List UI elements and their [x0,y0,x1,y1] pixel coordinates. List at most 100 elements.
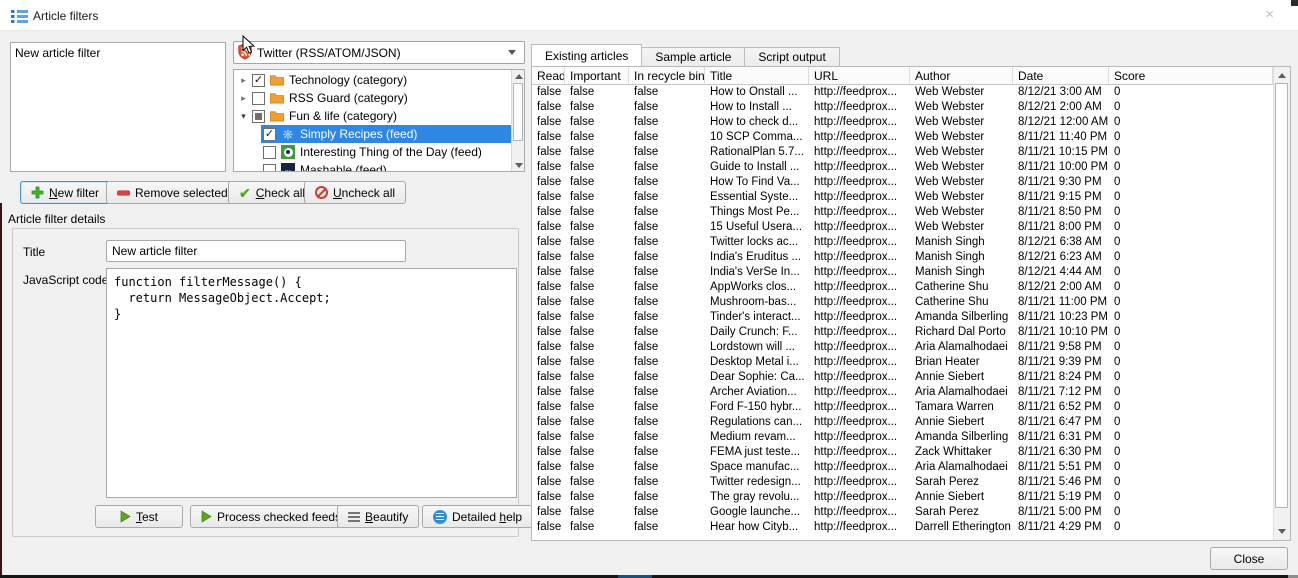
tab-sample-article[interactable]: Sample article [642,47,745,66]
check-all-button[interactable]: ✔ Check all [228,181,316,204]
table-cell: Annie Siebert [910,490,1013,505]
tree-item-simply-recipes[interactable]: ✓ ❋ Simply Recipes (feed) [234,125,511,143]
table-row[interactable]: falsefalsefalseGoogle launche...http://f… [532,505,1273,520]
table-cell: false [532,100,565,115]
new-filter-button[interactable]: New filter [20,181,110,204]
scroll-down-icon[interactable] [1274,524,1290,539]
table-row[interactable]: falsefalsefalseRegulations can...http://… [532,415,1273,430]
table-cell: http://feedprox... [809,520,910,535]
table-row[interactable]: falsefalsefalseIndia's Eruditus ...http:… [532,250,1273,265]
column-header[interactable]: Title [705,67,809,84]
table-row[interactable]: falsefalsefalseArcher Aviation...http://… [532,385,1273,400]
table-cell: AppWorks clos... [705,280,809,295]
tree-scrollbar[interactable] [511,70,524,171]
window-close-icon[interactable]: × [1265,6,1274,23]
table-row[interactable]: falsefalsefalseHow to Onstall ...http://… [532,85,1273,100]
collapse-arrow-icon[interactable]: ▾ [237,111,250,122]
scroll-up-icon[interactable] [512,70,525,82]
checkbox-checked[interactable]: ✓ [263,128,276,141]
checkbox-checked[interactable]: ✓ [252,74,265,87]
checkbox-unchecked[interactable] [263,164,276,173]
column-header[interactable]: Important [565,67,629,84]
column-header[interactable]: Date [1013,67,1109,84]
table-row[interactable]: falsefalsefalseHow to check d...http://f… [532,115,1273,130]
table-cell: India's VerSe In... [705,265,809,280]
table-cell: Manish Singh [910,250,1013,265]
column-header[interactable]: Read [532,67,565,84]
table-row[interactable]: falsefalsefalseDesktop Metal i...http://… [532,355,1273,370]
checkbox-partial[interactable] [252,110,265,123]
table-cell: false [565,505,629,520]
expand-arrow-icon[interactable]: ▸ [237,93,250,104]
table-cell: Web Webster [910,85,1013,100]
detailed-help-button[interactable]: Detailed help [422,505,533,528]
chevron-down-icon[interactable] [508,50,516,55]
filter-list-item[interactable]: New article filter [11,43,225,63]
table-cell: false [629,505,705,520]
close-button[interactable]: Close [1210,547,1288,570]
filters-list[interactable]: New article filter [10,42,226,172]
table-row[interactable]: falsefalsefalseFEMA just teste...http://… [532,445,1273,460]
table-row[interactable]: falsefalsefalseSpace manufac...http://fe… [532,460,1273,475]
table-cell: http://feedprox... [809,145,910,160]
table-row[interactable]: falsefalsefalseEssential Syste...http://… [532,190,1273,205]
table-cell: false [532,385,565,400]
table-row[interactable]: falsefalsefalse15 Useful Usera...http://… [532,220,1273,235]
tree-item-rss-guard[interactable]: ▸ RSS Guard (category) [234,89,511,107]
table-row[interactable]: falsefalsefalseGuide to Install ...http:… [532,160,1273,175]
title-input[interactable]: New article filter [106,240,406,262]
uncheck-all-button[interactable]: Uncheck all [304,181,406,204]
feeds-tree[interactable]: ▸ ✓ Technology (category) ▸ RSS Guard (c… [233,69,525,172]
table-cell: Google launche... [705,505,809,520]
tab-script-output[interactable]: Script output [745,47,839,66]
tree-item-technology[interactable]: ▸ ✓ Technology (category) [234,71,511,89]
remove-selected-button[interactable]: Remove selected [106,181,239,204]
checkbox-unchecked[interactable] [263,146,276,159]
table-row[interactable]: falsefalsefalseDaily Crunch: F...http://… [532,325,1273,340]
expand-arrow-icon[interactable]: ▸ [237,75,250,86]
column-header[interactable]: In recycle bin [629,67,705,84]
table-cell: 8/11/21 11:40 PM [1013,130,1109,145]
table-row[interactable]: falsefalsefalseThings Most Pe...http://f… [532,205,1273,220]
column-header[interactable]: Author [910,67,1013,84]
table-row[interactable]: falsefalsefalseThe gray revolu...http://… [532,490,1273,505]
column-header[interactable]: Score [1109,67,1273,84]
beautify-button[interactable]: Beautify [337,505,419,528]
table-row[interactable]: falsefalsefalseDear Sophie: Ca...http://… [532,370,1273,385]
scroll-down-icon[interactable] [512,159,525,171]
table-row[interactable]: falsefalsefalseTwitter locks ac...http:/… [532,235,1273,250]
table-row[interactable]: falsefalsefalseRationalPlan 5.7...http:/… [532,145,1273,160]
table-row[interactable]: falsefalsefalseLordstown will ...http://… [532,340,1273,355]
tree-item-interesting-thing[interactable]: Interesting Thing of the Day (feed) [234,143,511,161]
scrollbar-thumb[interactable] [513,83,523,141]
table-cell: http://feedprox... [809,505,910,520]
table-row[interactable]: falsefalsefalseHow to Install ...http://… [532,100,1273,115]
table-row[interactable]: falsefalsefalseTwitter redesign...http:/… [532,475,1273,490]
table-row[interactable]: falsefalsefalseHear how Cityb...http://f… [532,520,1273,535]
table-row[interactable]: falsefalsefalseTinder's interact...http:… [532,310,1273,325]
tab-existing-articles[interactable]: Existing articles [531,44,642,66]
scroll-up-icon[interactable] [1274,68,1290,83]
tree-item-fun-life[interactable]: ▾ Fun & life (category) [234,107,511,125]
scrollbar-thumb[interactable] [1275,83,1288,508]
table-row[interactable]: falsefalsefalseFord F-150 hybr...http://… [532,400,1273,415]
table-row[interactable]: falsefalsefalse10 SCP Comma...http://fee… [532,130,1273,145]
table-row[interactable]: falsefalsefalseAppWorks clos...http://fe… [532,280,1273,295]
table-row[interactable]: falsefalsefalseMedium revam...http://fee… [532,430,1273,445]
table-cell: Mushroom-bas... [705,295,809,310]
process-checked-feeds-button[interactable]: Process checked feeds [190,505,352,528]
js-code-editor[interactable]: function filterMessage() { return Messag… [106,268,517,498]
table-row[interactable]: falsefalsefalseMushroom-bas...http://fee… [532,295,1273,310]
column-header[interactable]: URL [809,67,910,84]
test-button[interactable]: Test [95,505,183,528]
table-row[interactable]: falsefalsefalseHow To Find Va...http://f… [532,175,1273,190]
tree-item-mashable[interactable]: m Mashable (feed) [234,161,511,172]
table-scrollbar[interactable] [1273,67,1290,540]
table-cell: false [629,250,705,265]
account-combobox[interactable]: Twitter (RSS/ATOM/JSON) [233,41,525,64]
table-row[interactable]: falsefalsefalseIndia's VerSe In...http:/… [532,265,1273,280]
table-cell: false [532,430,565,445]
checkbox-unchecked[interactable] [252,92,265,105]
table-cell: false [629,130,705,145]
table-cell: 8/11/21 10:15 PM [1013,145,1109,160]
